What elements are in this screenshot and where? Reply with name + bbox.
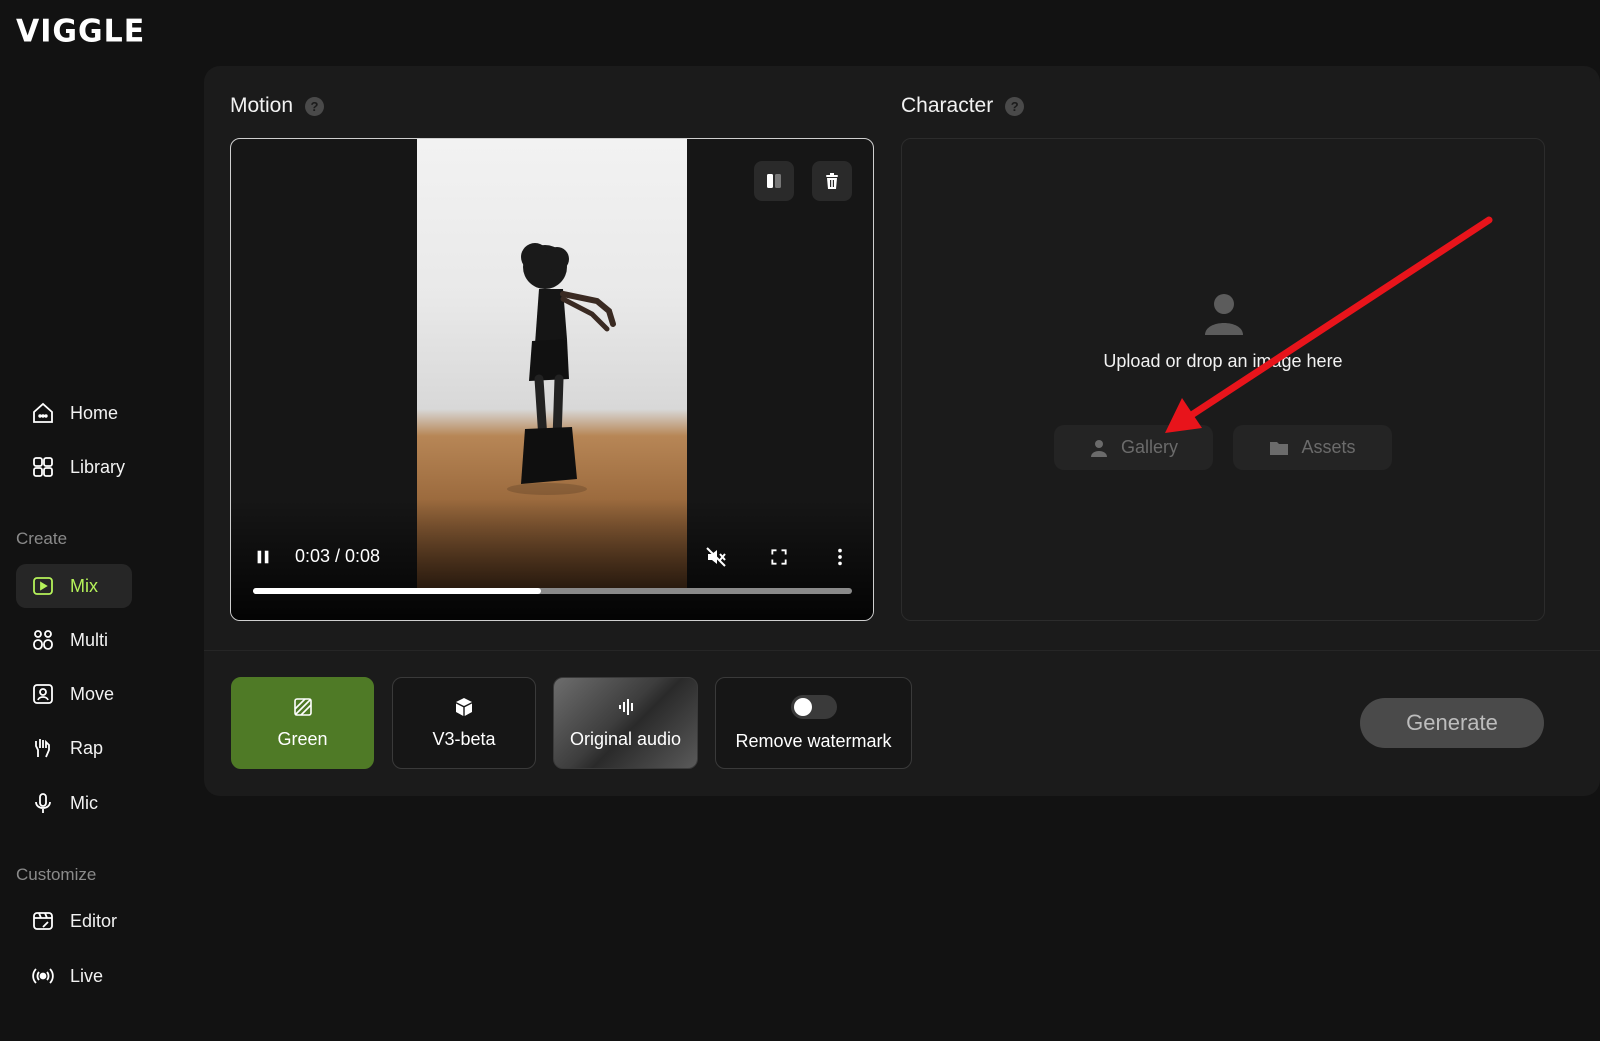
video-progress-bar[interactable] bbox=[253, 588, 852, 594]
model-label: V3-beta bbox=[432, 728, 496, 749]
original-audio-button[interactable]: Original audio bbox=[553, 677, 698, 769]
multi-icon bbox=[30, 627, 56, 653]
sidebar-item-label: Mix bbox=[70, 575, 98, 596]
character-upload-dropzone[interactable]: Upload or drop an image here Gallery Ass… bbox=[901, 138, 1545, 621]
live-icon bbox=[30, 963, 56, 989]
toggle-knob bbox=[793, 697, 812, 716]
create-section-label: Create bbox=[16, 529, 68, 548]
sidebar-item-move[interactable]: Move bbox=[16, 672, 132, 716]
background-green-button[interactable]: Green bbox=[231, 677, 374, 769]
person-placeholder-icon bbox=[1205, 294, 1243, 335]
green-screen-icon bbox=[293, 697, 312, 716]
compare-button[interactable] bbox=[754, 161, 794, 201]
sidebar-item-label: Mic bbox=[70, 792, 98, 813]
customize-section-label: Customize bbox=[16, 865, 97, 884]
pause-button[interactable] bbox=[251, 543, 275, 571]
pause-icon bbox=[257, 550, 269, 564]
remove-watermark-button[interactable]: Remove watermark bbox=[715, 677, 912, 769]
muted-speaker-icon bbox=[706, 547, 726, 567]
motion-video-player[interactable]: 0:03 / 0:08 bbox=[230, 138, 874, 621]
section-divider bbox=[204, 650, 1600, 651]
viggle-logo[interactable]: VIGGLE bbox=[16, 13, 145, 50]
audio-label: Original audio bbox=[569, 728, 682, 749]
motion-title-text: Motion bbox=[230, 94, 294, 117]
gallery-button[interactable]: Gallery bbox=[1054, 425, 1213, 470]
sidebar-item-label: Move bbox=[70, 683, 115, 704]
sidebar-item-label: Home bbox=[70, 402, 119, 423]
audio-wave-icon bbox=[618, 698, 633, 715]
sidebar-item-label: Editor bbox=[70, 910, 118, 931]
watermark-label: Remove watermark bbox=[735, 730, 892, 751]
model-version-button[interactable]: V3-beta bbox=[392, 677, 536, 769]
sidebar-item-label: Library bbox=[70, 456, 126, 477]
sidebar-item-label: Multi bbox=[70, 629, 109, 650]
person-icon bbox=[1090, 439, 1107, 457]
sidebar-item-library[interactable]: Library bbox=[16, 445, 132, 489]
fullscreen-button[interactable] bbox=[764, 543, 794, 571]
character-title-text: Character bbox=[901, 94, 994, 117]
sidebar-item-rap[interactable]: Rap bbox=[16, 726, 132, 770]
sidebar-item-editor[interactable]: Editor bbox=[16, 899, 132, 943]
gallery-label: Gallery bbox=[1120, 437, 1178, 457]
trash-icon bbox=[826, 173, 838, 189]
help-icon[interactable]: ? bbox=[1005, 96, 1025, 116]
more-vertical-icon bbox=[838, 548, 842, 566]
editor-icon bbox=[30, 908, 56, 934]
green-label: Green bbox=[277, 728, 328, 749]
mute-button[interactable] bbox=[701, 543, 731, 571]
video-progress-fill bbox=[253, 588, 541, 594]
sidebar-item-home[interactable]: Home bbox=[16, 391, 132, 435]
fullscreen-icon bbox=[771, 549, 787, 565]
sidebar-item-label: Rap bbox=[70, 737, 104, 758]
main-panel: Motion ? Character ? 0:03 / 0:08 Upload … bbox=[204, 66, 1600, 796]
sidebar-item-mix[interactable]: Mix bbox=[16, 564, 132, 608]
mix-icon bbox=[30, 573, 56, 599]
watermark-toggle[interactable] bbox=[790, 694, 837, 719]
sidebar-item-label: Live bbox=[70, 965, 104, 986]
more-options-button[interactable] bbox=[827, 543, 853, 571]
mic-icon bbox=[30, 790, 56, 816]
delete-video-button[interactable] bbox=[812, 161, 852, 201]
assets-button[interactable]: Assets bbox=[1233, 425, 1392, 470]
library-icon bbox=[30, 454, 56, 480]
upload-instructions: Upload or drop an image here bbox=[1103, 351, 1343, 371]
help-icon[interactable]: ? bbox=[305, 96, 325, 116]
move-icon bbox=[30, 681, 56, 707]
sidebar-item-mic[interactable]: Mic bbox=[16, 781, 132, 825]
folder-icon bbox=[1270, 441, 1289, 455]
video-time: 0:03 / 0:08 bbox=[295, 546, 381, 566]
home-icon bbox=[30, 400, 56, 426]
split-view-icon bbox=[767, 174, 781, 188]
character-title: Character ? bbox=[901, 94, 1025, 118]
motion-title: Motion ? bbox=[230, 94, 325, 118]
cube-icon bbox=[456, 697, 472, 716]
sidebar-item-live[interactable]: Live bbox=[16, 954, 132, 998]
generate-button[interactable]: Generate bbox=[1360, 698, 1544, 748]
rap-icon bbox=[30, 735, 56, 761]
sidebar-item-multi[interactable]: Multi bbox=[16, 618, 132, 662]
assets-label: Assets bbox=[1301, 437, 1356, 457]
